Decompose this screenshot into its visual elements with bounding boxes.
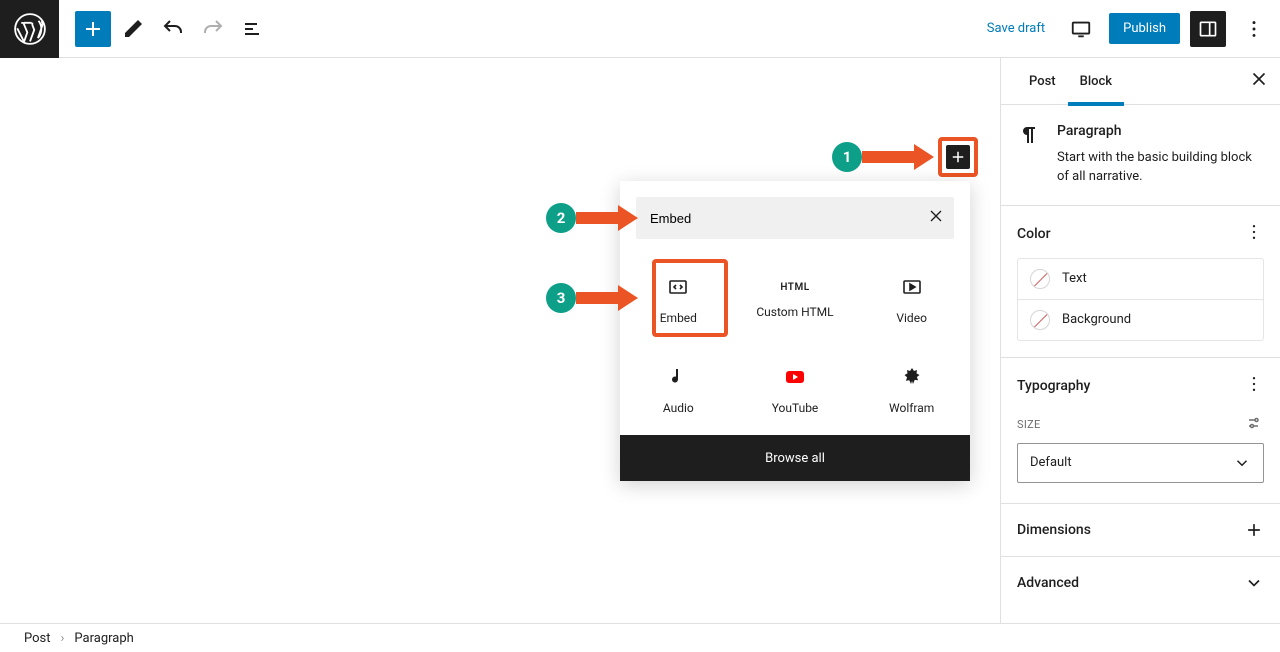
inserter-item-label: Audio [663, 401, 694, 415]
save-draft-button[interactable]: Save draft [979, 21, 1053, 36]
inserter-item-label: YouTube [772, 401, 819, 415]
dimensions-section[interactable]: Dimensions [1001, 504, 1280, 557]
wordpress-logo[interactable] [0, 0, 59, 58]
typography-options-icon[interactable] [1244, 374, 1264, 398]
options-button[interactable] [1236, 11, 1272, 47]
size-toggle-icon[interactable] [1246, 414, 1264, 435]
close-sidebar-icon[interactable] [1248, 68, 1270, 94]
color-section-title: Color [1017, 226, 1051, 242]
advanced-section[interactable]: Advanced [1001, 557, 1280, 609]
inserter-item-custom-html[interactable]: HTML Custom HTML [737, 255, 854, 345]
inserter-item-label: Video [896, 311, 927, 325]
tab-block[interactable]: Block [1068, 58, 1124, 105]
color-options-icon[interactable] [1244, 222, 1264, 246]
paragraph-icon [1017, 123, 1041, 187]
inline-add-block-button[interactable] [946, 145, 970, 169]
crumb-separator: › [61, 631, 65, 646]
color-section: Color Text Background [1001, 206, 1280, 358]
inserter-item-embed[interactable]: Embed [620, 255, 737, 345]
inserter-search [636, 197, 954, 239]
list-view-button[interactable] [235, 11, 271, 47]
browse-all-button[interactable]: Browse all [620, 435, 970, 481]
undo-button[interactable] [155, 11, 191, 47]
inserter-item-video[interactable]: Video [853, 255, 970, 345]
preview-button[interactable] [1063, 11, 1099, 47]
edit-tools-button[interactable] [115, 11, 151, 47]
typography-title: Typography [1017, 378, 1090, 394]
crumb-post[interactable]: Post [24, 631, 51, 646]
block-description: Start with the basic building block of a… [1057, 149, 1264, 187]
typography-section: Typography SIZE Default [1001, 358, 1280, 504]
settings-sidebar: Post Block Paragraph Start with the basi… [1000, 58, 1280, 623]
inserter-item-label: Custom HTML [756, 305, 833, 319]
inserter-search-input[interactable] [636, 197, 954, 239]
text-color-button[interactable]: Text [1018, 259, 1263, 299]
block-header: Paragraph Start with the basic building … [1001, 105, 1280, 206]
clear-search-icon[interactable] [926, 206, 946, 230]
breadcrumb: Post › Paragraph [0, 623, 1280, 652]
top-toolbar: Save draft Publish [0, 0, 1280, 58]
crumb-paragraph[interactable]: Paragraph [74, 631, 133, 646]
settings-panel-toggle[interactable] [1190, 11, 1226, 47]
swatch-icon [1030, 269, 1050, 289]
html-icon: HTML [780, 282, 809, 293]
tab-post[interactable]: Post [1017, 58, 1068, 105]
inserter-item-wolfram[interactable]: Wolfram [853, 345, 970, 435]
background-color-button[interactable]: Background [1018, 299, 1263, 340]
sidebar-tabs: Post Block [1001, 58, 1280, 105]
redo-button[interactable] [195, 11, 231, 47]
block-inserter-panel: Embed HTML Custom HTML Video Audio YouTu… [620, 181, 970, 481]
swatch-icon [1030, 310, 1050, 330]
inserter-item-label: Embed [660, 311, 697, 325]
inserter-item-youtube[interactable]: YouTube [737, 345, 854, 435]
inserter-item-audio[interactable]: Audio [620, 345, 737, 435]
font-size-select[interactable]: Default [1017, 443, 1264, 483]
publish-button[interactable]: Publish [1109, 13, 1180, 44]
size-label: SIZE [1017, 418, 1041, 431]
inserter-item-label: Wolfram [889, 401, 934, 415]
add-block-button[interactable] [75, 11, 111, 47]
inserter-grid: Embed HTML Custom HTML Video Audio YouTu… [620, 255, 970, 435]
block-name: Paragraph [1057, 123, 1264, 139]
